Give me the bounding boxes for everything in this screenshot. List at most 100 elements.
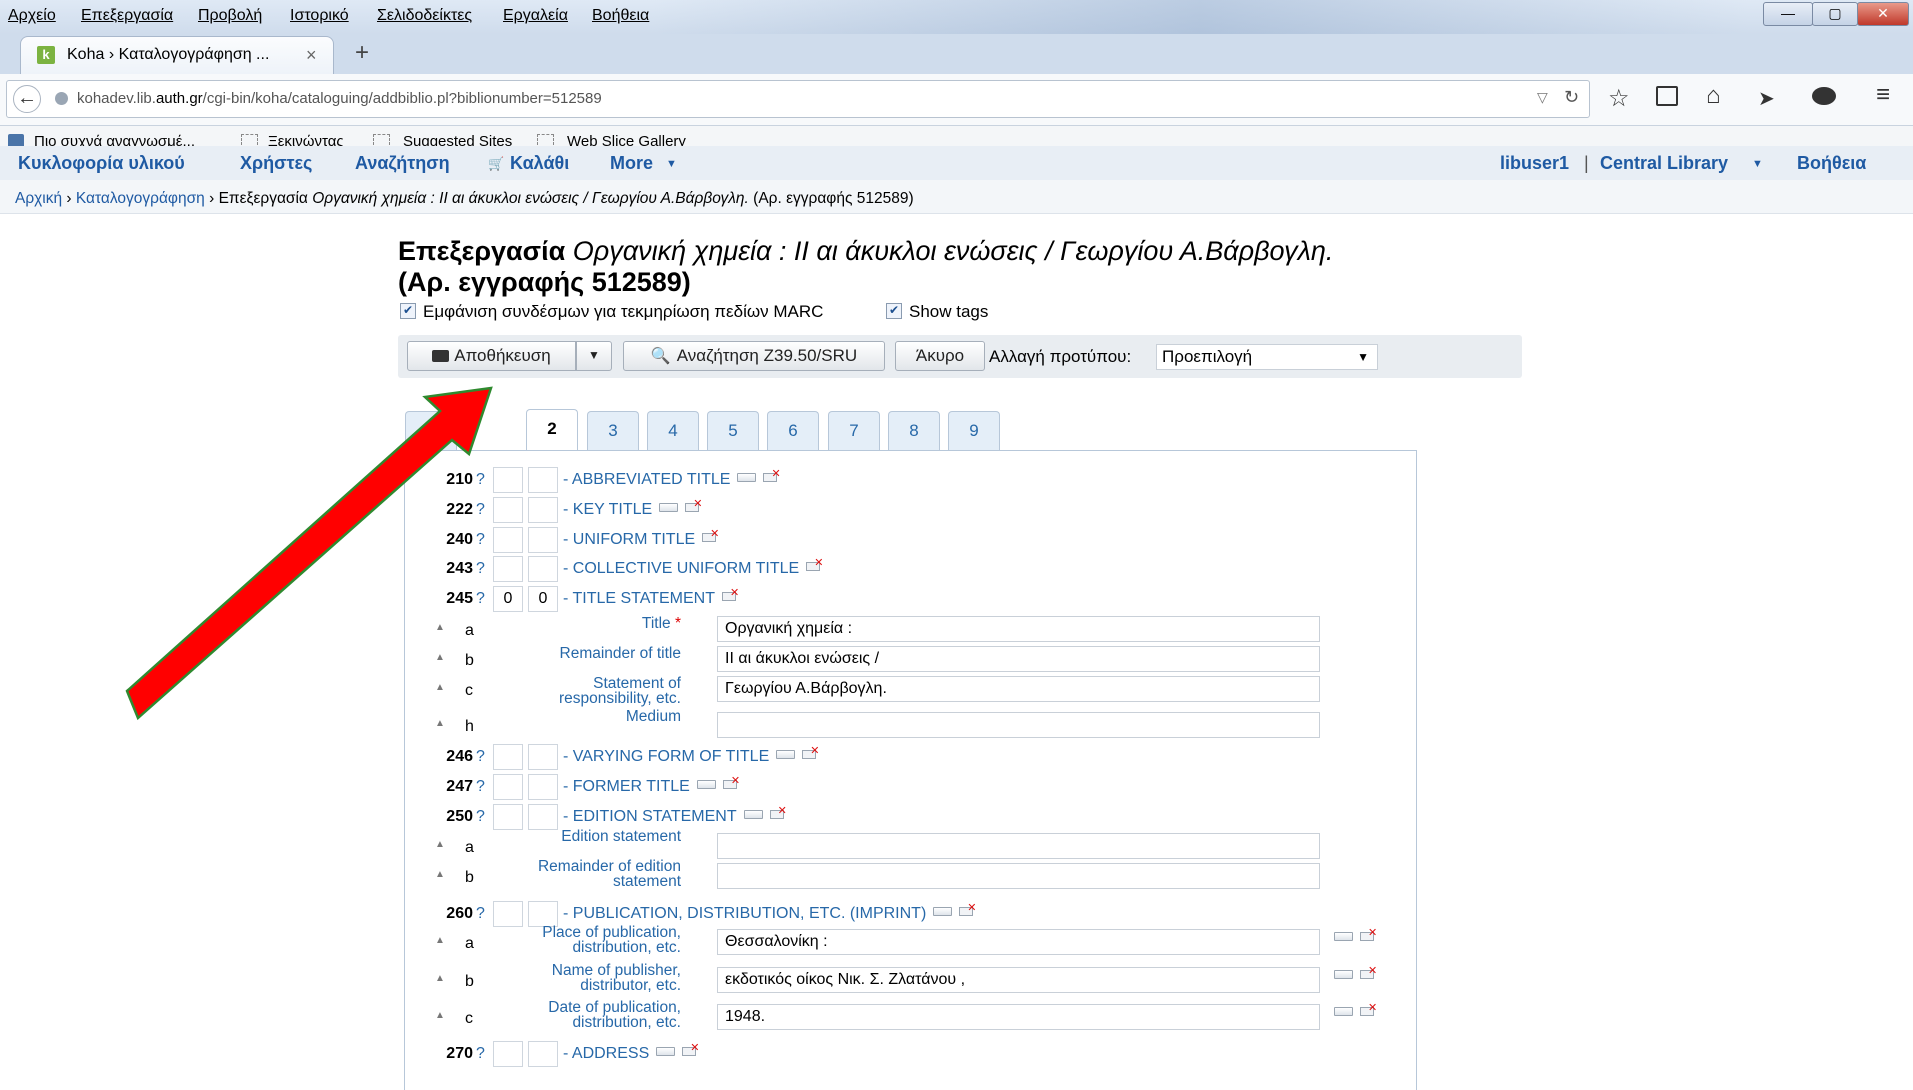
indicator-2-input[interactable] xyxy=(528,556,558,582)
delete-field-icon[interactable] xyxy=(682,1041,702,1056)
clone-field-icon[interactable] xyxy=(743,810,763,819)
delete-subfield-icon[interactable] xyxy=(1360,964,1380,979)
save-dropdown-caret-icon[interactable]: ▼ xyxy=(576,341,612,371)
nav-patrons[interactable]: Χρήστες xyxy=(240,153,312,174)
clone-field-icon[interactable] xyxy=(659,503,679,512)
tab-3[interactable]: 3 xyxy=(587,411,639,450)
delete-field-icon[interactable] xyxy=(763,467,783,482)
delete-field-icon[interactable] xyxy=(722,586,742,601)
cancel-button[interactable]: Άκυρο xyxy=(895,341,985,371)
library-selector[interactable]: Central Library xyxy=(1600,153,1728,174)
move-up-icon[interactable]: ▲ xyxy=(435,935,445,946)
nav-cart[interactable]: Καλάθι xyxy=(510,153,569,174)
medium-input[interactable] xyxy=(717,712,1320,738)
chat-icon[interactable] xyxy=(1812,87,1836,105)
indicator-1-input[interactable] xyxy=(493,556,523,582)
indicator-1-input[interactable] xyxy=(493,744,523,770)
indicator-1-input[interactable] xyxy=(493,527,523,553)
move-up-icon[interactable]: ▲ xyxy=(435,718,445,729)
remainder-of-edition-input[interactable] xyxy=(717,863,1320,889)
logged-in-user[interactable]: libuser1 xyxy=(1500,153,1569,174)
delete-subfield-icon[interactable] xyxy=(1360,926,1380,941)
tab-2[interactable]: 2 xyxy=(526,409,578,450)
field-name[interactable]: - FORMER TITLE xyxy=(563,774,743,796)
field-help-link[interactable]: ? xyxy=(476,531,485,549)
delete-subfield-icon[interactable] xyxy=(1360,1001,1380,1016)
menu-view[interactable]: Προβολή xyxy=(198,7,262,25)
dropdown-chevron-icon[interactable]: ▽ xyxy=(1537,89,1548,106)
field-name[interactable]: - VARYING FORM OF TITLE xyxy=(563,744,822,766)
tab-5[interactable]: 5 xyxy=(707,411,759,450)
home-icon[interactable]: ⌂ xyxy=(1706,82,1721,110)
field-name[interactable]: - COLLECTIVE UNIFORM TITLE xyxy=(563,556,826,578)
field-name[interactable]: - PUBLICATION, DISTRIBUTION, ETC. (IMPRI… xyxy=(563,901,979,923)
tab-1[interactable]: 1 xyxy=(405,411,457,450)
menu-tools[interactable]: Εργαλεία xyxy=(503,7,568,25)
back-arrow-icon[interactable]: ← xyxy=(13,85,41,113)
clone-field-icon[interactable] xyxy=(933,907,953,916)
indicator-2-input[interactable] xyxy=(528,1041,558,1067)
indicator-2-input[interactable] xyxy=(528,497,558,523)
hamburger-menu-icon[interactable]: ≡ xyxy=(1876,81,1890,109)
move-up-icon[interactable]: ▲ xyxy=(435,1010,445,1021)
tab-8[interactable]: 8 xyxy=(888,411,940,450)
delete-field-icon[interactable] xyxy=(802,744,822,759)
menu-help[interactable]: Βοήθεια xyxy=(592,7,649,25)
move-up-icon[interactable]: ▲ xyxy=(435,869,445,880)
breadcrumb-home[interactable]: Αρχική xyxy=(15,190,62,207)
tab-close-icon[interactable]: × xyxy=(306,45,317,66)
clone-field-icon[interactable] xyxy=(737,473,757,482)
field-name[interactable]: - UNIFORM TITLE xyxy=(563,527,722,549)
reading-list-icon[interactable] xyxy=(1656,86,1678,106)
field-help-link[interactable]: ? xyxy=(476,905,485,923)
indicator-1-input[interactable] xyxy=(493,804,523,830)
move-up-icon[interactable]: ▲ xyxy=(435,973,445,984)
publisher-name-input[interactable]: εκδοτικός οίκος Νικ. Σ. Ζλατάνου , xyxy=(717,967,1320,993)
field-name[interactable]: - EDITION STATEMENT xyxy=(563,804,790,826)
field-help-link[interactable]: ? xyxy=(476,560,485,578)
indicator-1-input[interactable] xyxy=(493,774,523,800)
new-tab-button[interactable]: + xyxy=(355,39,369,67)
star-bookmark-icon[interactable]: ☆ xyxy=(1608,84,1630,113)
menu-file[interactable]: Αρχείο xyxy=(8,7,56,25)
field-name[interactable]: - ABBREVIATED TITLE xyxy=(563,467,783,489)
move-up-icon[interactable]: ▲ xyxy=(435,839,445,850)
field-name[interactable]: - KEY TITLE xyxy=(563,497,705,519)
show-links-checkbox[interactable]: ✔ xyxy=(400,303,416,319)
url-bar[interactable]: ← kohadev.lib.auth.gr/cgi-bin/koha/catal… xyxy=(6,80,1590,118)
clone-subfield-icon[interactable] xyxy=(1334,932,1353,941)
statement-of-responsibility-input[interactable]: Γεωργίου Α.Βάρβογλη. xyxy=(717,676,1320,702)
delete-field-icon[interactable] xyxy=(722,774,743,789)
cart-icon[interactable]: 🛒 xyxy=(488,156,504,172)
z3950-search-button[interactable]: 🔍 Αναζήτηση Z39.50/SRU xyxy=(623,341,885,371)
nav-circulation[interactable]: Κυκλοφορία υλικού xyxy=(18,153,185,174)
clone-field-icon[interactable] xyxy=(776,750,796,759)
site-identity-icon[interactable] xyxy=(55,92,68,105)
field-name[interactable]: - TITLE STATEMENT xyxy=(563,586,742,608)
indicator-2-input[interactable] xyxy=(528,774,558,800)
indicator-2-input[interactable] xyxy=(528,467,558,493)
move-up-icon[interactable]: ▲ xyxy=(435,682,445,693)
delete-field-icon[interactable] xyxy=(702,527,722,542)
menu-history[interactable]: Ιστορικό xyxy=(290,7,349,25)
tab-7[interactable]: 7 xyxy=(828,411,880,450)
clone-subfield-icon[interactable] xyxy=(1334,1007,1353,1016)
indicator-2-input[interactable]: 0 xyxy=(528,586,558,612)
minimize-button[interactable]: — xyxy=(1763,2,1813,26)
tab-9[interactable]: 9 xyxy=(948,411,1000,450)
title-input[interactable]: Οργανική χημεία : xyxy=(717,616,1320,642)
field-help-link[interactable]: ? xyxy=(476,471,485,489)
place-of-publication-input[interactable]: Θεσσαλονίκη : xyxy=(717,929,1320,955)
send-icon[interactable]: ➤ xyxy=(1758,86,1775,111)
indicator-2-input[interactable] xyxy=(528,804,558,830)
field-help-link[interactable]: ? xyxy=(476,1045,485,1063)
indicator-1-input[interactable] xyxy=(493,1041,523,1067)
nav-more[interactable]: More xyxy=(610,153,653,174)
breadcrumb-cataloguing[interactable]: Καταλογογράφηση xyxy=(76,190,205,207)
nav-help[interactable]: Βοήθεια xyxy=(1797,153,1866,174)
show-tags-checkbox[interactable]: ✔ xyxy=(886,303,902,319)
indicator-2-input[interactable] xyxy=(528,527,558,553)
nav-search[interactable]: Αναζήτηση xyxy=(355,153,450,174)
field-help-link[interactable]: ? xyxy=(476,778,485,796)
move-up-icon[interactable]: ▲ xyxy=(435,652,445,663)
